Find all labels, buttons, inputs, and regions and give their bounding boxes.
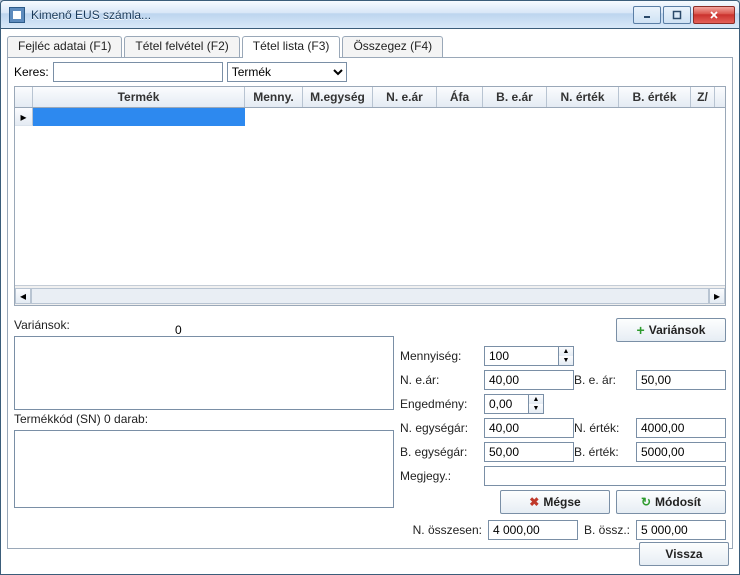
grid-scroll[interactable]: ◂ ▸ <box>15 285 725 305</box>
b-ear-label: B. e. ár: <box>574 373 636 387</box>
engedmeny-input[interactable] <box>484 394 528 414</box>
mennyiseg-input[interactable] <box>484 346 558 366</box>
megse-button[interactable]: ✖ Mégse <box>500 490 610 514</box>
grid-header: Termék Menny. M.egység N. e.ár Áfa B. e.… <box>15 87 725 108</box>
plus-icon: + <box>637 322 645 338</box>
tab-fejlec[interactable]: Fejléc adatai (F1) <box>7 36 122 58</box>
item-grid[interactable]: Termék Menny. M.egység N. e.ár Áfa B. e.… <box>14 86 726 306</box>
spin-down-icon[interactable]: ▼ <box>529 404 543 413</box>
variansok-count: 0 <box>175 323 182 337</box>
b-egysegar-label: B. egységár: <box>400 445 484 459</box>
termekkod-label: Termékkód (SN) 0 darab: <box>14 412 394 426</box>
b-egysegar-input[interactable] <box>484 442 574 462</box>
action-row: ✖ Mégse ↻ Módosít <box>400 490 726 514</box>
n-ertek-label: N. érték: <box>574 421 636 435</box>
col-bear[interactable]: B. e.ár <box>483 87 547 107</box>
col-termek[interactable]: Termék <box>33 87 245 107</box>
window-title: Kimenő EUS számla... <box>31 8 633 22</box>
engedmeny-stepper[interactable]: ▲▼ <box>484 394 544 414</box>
b-ertek-label: B. érték: <box>574 445 636 459</box>
modosit-button[interactable]: ↻ Módosít <box>616 490 726 514</box>
row-indicator-icon: ▸ <box>15 108 33 126</box>
footer: Vissza <box>639 542 729 566</box>
scroll-track[interactable] <box>31 288 709 304</box>
n-ear-label: N. e.ár: <box>400 373 484 387</box>
search-row: Keres: Termék <box>14 62 726 82</box>
n-egysegar-label: N. egységár: <box>400 421 484 435</box>
n-ear-input[interactable] <box>484 370 574 390</box>
col-bertek[interactable]: B. érték <box>619 87 691 107</box>
lower-panel: Variánsok: 0 Termékkód (SN) 0 darab: + V… <box>14 318 726 508</box>
megjegy-input[interactable] <box>484 466 726 486</box>
app-icon <box>9 7 25 23</box>
tab-osszegez[interactable]: Összegez (F4) <box>342 36 443 58</box>
tab-tetel-felvetel[interactable]: Tétel felvétel (F2) <box>124 36 239 58</box>
n-osszesen-label: N. összesen: <box>413 523 482 537</box>
cancel-icon: ✖ <box>529 495 539 509</box>
titlebar[interactable]: Kimenő EUS számla... <box>1 1 739 29</box>
variansok-button[interactable]: + Variánsok <box>616 318 726 342</box>
refresh-icon: ↻ <box>641 495 651 509</box>
engedmeny-label: Engedmény: <box>400 397 484 411</box>
variansok-list[interactable]: 0 <box>14 336 394 410</box>
scroll-left-icon[interactable]: ◂ <box>15 288 31 304</box>
tabstrip: Fejléc adatai (F1) Tétel felvétel (F2) T… <box>7 35 733 57</box>
col-z[interactable]: Z/ <box>691 87 715 107</box>
mennyiseg-label: Mennyiség: <box>400 349 484 363</box>
b-ear-input[interactable] <box>636 370 726 390</box>
vissza-button[interactable]: Vissza <box>639 542 729 566</box>
tab-body: Keres: Termék Termék Menny. M.egység N. … <box>7 57 733 549</box>
minimize-button[interactable] <box>633 6 661 24</box>
search-label: Keres: <box>14 65 49 79</box>
left-column: Variánsok: 0 Termékkód (SN) 0 darab: <box>14 318 394 508</box>
spin-up-icon[interactable]: ▲ <box>529 395 543 404</box>
col-afa[interactable]: Áfa <box>437 87 483 107</box>
search-filter-select[interactable]: Termék <box>227 62 347 82</box>
selected-cell[interactable] <box>33 108 245 126</box>
app-window: Kimenő EUS számla... Fejléc adatai (F1) … <box>0 0 740 575</box>
form-grid: Mennyiség: ▲▼ N. e.ár: B. e. ár: Engedmé… <box>400 346 726 486</box>
n-ertek-input[interactable] <box>636 418 726 438</box>
b-ertek-input[interactable] <box>636 442 726 462</box>
b-ossz-label: B. össz.: <box>584 523 630 537</box>
spin-down-icon[interactable]: ▼ <box>559 356 573 365</box>
right-column: + Variánsok Mennyiség: ▲▼ N. e.ár: <box>400 318 726 508</box>
maximize-button[interactable] <box>663 6 691 24</box>
col-nertek[interactable]: N. érték <box>547 87 619 107</box>
n-osszesen-field <box>488 520 578 540</box>
tab-tetel-lista[interactable]: Tétel lista (F3) <box>242 36 341 58</box>
spin-up-icon[interactable]: ▲ <box>559 347 573 356</box>
totals-row: N. összesen: B. össz.: <box>14 518 726 542</box>
col-near[interactable]: N. e.ár <box>373 87 437 107</box>
b-ossz-field <box>636 520 726 540</box>
search-input[interactable] <box>53 62 223 82</box>
variansok-label: Variánsok: <box>14 318 394 332</box>
megjegy-label: Megjegy.: <box>400 469 484 483</box>
scroll-right-icon[interactable]: ▸ <box>709 288 725 304</box>
close-button[interactable] <box>693 6 735 24</box>
mennyiseg-stepper[interactable]: ▲▼ <box>484 346 574 366</box>
col-megyseg[interactable]: M.egység <box>303 87 373 107</box>
client-area: Fejléc adatai (F1) Tétel felvétel (F2) T… <box>1 29 739 574</box>
n-egysegar-input[interactable] <box>484 418 574 438</box>
col-menny[interactable]: Menny. <box>245 87 303 107</box>
termekkod-list[interactable] <box>14 430 394 508</box>
grid-body[interactable]: ▸ <box>15 108 725 284</box>
